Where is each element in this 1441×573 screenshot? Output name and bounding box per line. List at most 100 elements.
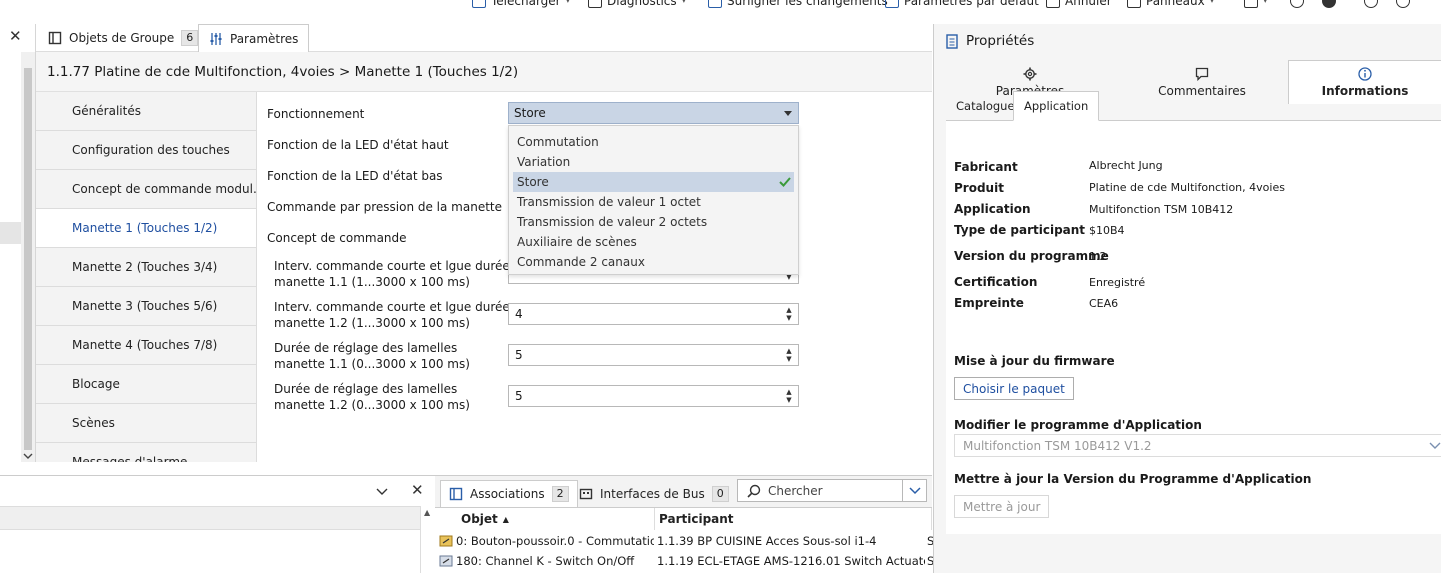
- dropdown-option-auxiliaire-scenes[interactable]: Auxiliaire de scènes: [513, 232, 794, 252]
- left-scrollbar[interactable]: [21, 52, 35, 462]
- column-header-objet[interactable]: Objet ▲: [457, 508, 655, 530]
- panels-icon: [1127, 0, 1141, 8]
- association-icon: [439, 535, 453, 547]
- firmware-section-title: Mise à jour du firmware: [954, 354, 1115, 368]
- info-key-type-participant: Type de participant: [954, 223, 1086, 237]
- param-nav-item-manette-2[interactable]: Manette 2 (Touches 3/4): [36, 248, 256, 287]
- bus-interface-icon: [579, 488, 593, 500]
- account-button[interactable]: [1322, 0, 1336, 11]
- param-label-commande-pression: Commande par pression de la manette: [267, 200, 503, 214]
- checkmark-icon: [779, 177, 791, 187]
- bus-interfaces-count: 0: [711, 486, 729, 502]
- top-toolbar: Télécharger ▾ Diagnostics ▾ Surligner le…: [0, 0, 1441, 12]
- undo-button[interactable]: Annuler: [1046, 0, 1112, 11]
- fonctionnement-dropdown-list: Commutation Variation Store Transmission…: [508, 125, 799, 275]
- diagnostics-button[interactable]: Diagnostics ▾: [588, 0, 686, 11]
- comment-icon: [1195, 67, 1209, 81]
- info-icon: [1396, 0, 1410, 8]
- tab-group-objects[interactable]: Objets de Groupe 6: [38, 24, 208, 52]
- search-input[interactable]: Chercher: [737, 479, 927, 502]
- dropdown-option-commande-2-canaux[interactable]: Commande 2 canaux: [513, 252, 794, 272]
- subtab-application[interactable]: Application: [1013, 91, 1100, 121]
- group-objects-count: 6: [181, 30, 199, 46]
- column-header-participant[interactable]: Participant: [655, 508, 932, 530]
- chevron-down-icon: [1429, 442, 1441, 449]
- associations-count: 2: [551, 486, 569, 502]
- default-params-button[interactable]: Paramètres par défaut: [885, 0, 1039, 11]
- choose-package-button[interactable]: Choisir le paquet: [954, 377, 1074, 400]
- lamelles-12-stepper[interactable]: 5 ▲ ▼: [508, 385, 799, 407]
- info-value-fabricant: Albrecht Jung: [1089, 159, 1163, 172]
- scroll-up-icon[interactable]: ▲: [424, 508, 430, 517]
- stepper-arrows-icon[interactable]: ▲▼: [785, 306, 793, 322]
- tab-properties-informations[interactable]: Informations: [1288, 60, 1441, 104]
- chevron-down-icon: ▾: [1209, 0, 1215, 6]
- dropdown-option-valeur-1-octet[interactable]: Transmission de valeur 1 octet: [513, 192, 794, 212]
- tab-bus-interfaces[interactable]: Interfaces de Bus 0: [571, 480, 737, 508]
- stepper-arrows-icon[interactable]: ▲▼: [785, 388, 793, 404]
- param-label-lamelles-11: Durée de réglage des lamelles manette 1.…: [274, 341, 470, 371]
- param-label-led-haut: Fonction de la LED d'état haut: [267, 138, 449, 152]
- param-label-interv-11: Interv. commande courte et lgue durée ma…: [274, 259, 510, 289]
- info-icon: [1358, 67, 1372, 81]
- scroll-down-icon[interactable]: [23, 452, 33, 460]
- help-icon: [1290, 0, 1304, 8]
- properties-content: Catalogue Application Fabricant Albrecht…: [946, 91, 1441, 534]
- highlight-icon: [708, 0, 722, 8]
- panels-button[interactable]: Panneaux ▾: [1127, 0, 1214, 11]
- center-tab-strip: Objets de Groupe 6 Paramètres: [36, 24, 932, 53]
- dropdown-option-valeur-2-octets[interactable]: Transmission de valeur 2 octets: [513, 212, 794, 232]
- info-value-certification: Enregistré: [1089, 276, 1146, 289]
- bottom-left-scrollbar[interactable]: ▲: [420, 506, 434, 573]
- selected-row-highlight: [0, 222, 22, 244]
- tab-parameters[interactable]: Paramètres: [198, 24, 310, 53]
- info-button[interactable]: [1396, 0, 1410, 11]
- download-button[interactable]: Télécharger ▾: [472, 0, 570, 11]
- highlight-changes-button[interactable]: Surligner les changements: [708, 0, 888, 11]
- properties-panel: Propriétés Paramètres Commentaires Infor…: [933, 24, 1441, 573]
- dropdown-option-store[interactable]: Store: [513, 172, 794, 192]
- param-nav-item-manette-3[interactable]: Manette 3 (Touches 5/6): [36, 287, 256, 326]
- tab-associations[interactable]: Associations 2: [440, 480, 578, 508]
- dropdown-option-variation[interactable]: Variation: [513, 152, 794, 172]
- application-program-select[interactable]: Multifonction TSM 10B412 V1.2: [954, 434, 1441, 457]
- bottom-left-panel: [0, 475, 435, 573]
- param-nav-item-configuration[interactable]: Configuration des touches: [36, 131, 256, 170]
- param-nav-item-manette-1[interactable]: Manette 1 (Touches 1/2): [36, 209, 256, 248]
- table-row[interactable]: 180: Channel K - Switch On/Off 1.1.19 EC…: [435, 551, 933, 571]
- search-options-button[interactable]: [902, 480, 926, 501]
- fonctionnement-select[interactable]: Store: [508, 102, 799, 124]
- close-icon[interactable]: ✕: [411, 481, 427, 499]
- update-button[interactable]: Mettre à jour: [954, 495, 1050, 518]
- close-icon[interactable]: ✕: [9, 27, 27, 45]
- parameter-form: Fonctionnement Fonction de la LED d'état…: [257, 92, 932, 462]
- param-label-interv-12: Interv. commande courte et lgue durée ma…: [274, 300, 510, 330]
- interv-12-stepper[interactable]: 4 ▲ ▼: [508, 303, 799, 325]
- associations-tab-strip: Associations 2 Interfaces de Bus 0 Cherc…: [435, 475, 932, 508]
- lamelles-11-stepper[interactable]: 5 ▲ ▼: [508, 344, 799, 366]
- info-key-version: Version du programme: [954, 249, 1109, 263]
- account-icon: [1322, 0, 1336, 8]
- param-nav-item-generalites[interactable]: Généralités: [36, 92, 256, 131]
- stepper-arrows-icon[interactable]: ▲▼: [785, 347, 793, 363]
- help-button[interactable]: [1290, 0, 1304, 11]
- table-row[interactable]: 0: Bouton-poussoir.0 - Commutatio... 1.1…: [435, 531, 933, 551]
- chevron-down-icon[interactable]: [374, 483, 390, 499]
- param-nav-item-alarmes[interactable]: Messages d'alarme: [36, 443, 256, 462]
- param-nav-item-blocage[interactable]: Blocage: [36, 365, 256, 404]
- param-nav-item-concept[interactable]: Concept de commande modul...: [36, 170, 256, 209]
- settings-button[interactable]: [1364, 0, 1378, 11]
- param-nav-item-manette-4[interactable]: Manette 4 (Touches 7/8): [36, 326, 256, 365]
- left-pane: [0, 24, 36, 462]
- sort-ascending-icon: ▲: [502, 514, 509, 524]
- associations-table: Objet ▲ Participant 0: Bouton-poussoir.0…: [435, 507, 933, 573]
- tab-properties-comments[interactable]: Commentaires: [1116, 60, 1288, 104]
- param-label-lamelles-12: Durée de réglage des lamelles manette 1.…: [274, 382, 470, 412]
- layout-button[interactable]: ▾: [1244, 0, 1268, 11]
- breadcrumb: 1.1.77 Platine de cde Multifonction, 4vo…: [36, 52, 932, 92]
- param-nav-item-scenes[interactable]: Scènes: [36, 404, 256, 443]
- bottom-left-header-row: [0, 506, 420, 530]
- gear-icon: [1364, 0, 1378, 8]
- dropdown-option-commutation[interactable]: Commutation: [513, 132, 794, 152]
- scrollbar-thumb[interactable]: [24, 68, 32, 450]
